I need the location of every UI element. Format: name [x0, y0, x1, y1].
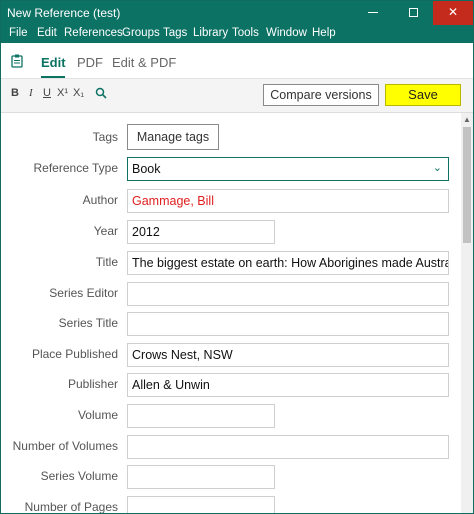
publisher-label: Publisher: [67, 377, 118, 391]
tab-edit[interactable]: Edit: [41, 55, 66, 70]
number-of-volumes-field[interactable]: [127, 435, 449, 459]
search-icon[interactable]: [95, 87, 107, 99]
publisher-field[interactable]: Allen & Unwin: [127, 373, 449, 397]
minimize-icon: [368, 12, 378, 14]
place-published-label: Place Published: [31, 347, 118, 361]
place-published-row: Place Published Crows Nest, NSW: [1, 343, 461, 367]
series-editor-field[interactable]: [127, 282, 449, 306]
maximize-button[interactable]: [393, 1, 433, 25]
year-row: Year 2012: [1, 220, 461, 244]
menu-edit[interactable]: Edit: [37, 27, 57, 39]
underline-button[interactable]: U: [43, 87, 51, 99]
menu-help[interactable]: Help: [312, 27, 336, 39]
reference-type-row: Reference Type Book ⌄: [1, 157, 461, 181]
menu-tools[interactable]: Tools: [232, 27, 259, 39]
reference-type-value: Book: [132, 162, 161, 176]
superscript-button[interactable]: X¹: [57, 87, 68, 99]
title-field[interactable]: The biggest estate on earth: How Aborigi…: [127, 251, 449, 275]
reference-form: Tags Manage tags Reference Type Book ⌄ A…: [1, 113, 461, 514]
maximize-icon: [408, 8, 418, 18]
menu-file[interactable]: File: [9, 27, 28, 39]
form-scrollbar[interactable]: ▲: [461, 113, 473, 513]
minimize-button[interactable]: [353, 1, 393, 25]
year-field[interactable]: 2012: [127, 220, 275, 244]
volume-field[interactable]: [127, 404, 275, 428]
subscript-button[interactable]: X₁: [73, 87, 84, 99]
tab-pdf[interactable]: PDF: [77, 55, 103, 70]
number-of-pages-label: Number of Pages: [24, 500, 118, 514]
title-label: Title: [95, 255, 118, 269]
number-of-pages-field[interactable]: [127, 496, 275, 513]
series-volume-field[interactable]: [127, 465, 275, 489]
menu-window[interactable]: Window: [266, 27, 307, 39]
close-icon: ✕: [447, 5, 459, 19]
chevron-down-icon: ⌄: [432, 162, 442, 174]
bold-button[interactable]: B: [11, 87, 19, 99]
series-editor-label: Series Editor: [49, 286, 118, 300]
series-volume-row: Series Volume: [1, 465, 461, 489]
manage-tags-button[interactable]: Manage tags: [127, 124, 219, 150]
clipboard-icon[interactable]: [11, 54, 23, 68]
year-label: Year: [93, 224, 118, 238]
window-title: New Reference (test): [7, 6, 121, 20]
series-title-row: Series Title: [1, 312, 461, 336]
compare-versions-button[interactable]: Compare versions: [263, 84, 379, 106]
close-button[interactable]: ✕: [433, 1, 473, 25]
formatting-toolbar: B I U X¹ X₁ Compare versions Save: [1, 79, 473, 113]
tags-row: Tags Manage tags: [1, 124, 461, 150]
view-tab-bar: Edit PDF Edit & PDF: [1, 43, 473, 79]
number-of-volumes-row: Number of Volumes: [1, 435, 461, 459]
title-row: Title The biggest estate on earth: How A…: [1, 251, 461, 275]
series-title-label: Series Title: [58, 316, 118, 330]
series-title-field[interactable]: [127, 312, 449, 336]
menu-library[interactable]: Library: [193, 27, 228, 39]
number-of-volumes-label: Number of Volumes: [12, 439, 118, 453]
number-of-pages-row: Number of Pages: [1, 496, 461, 514]
scroll-up-arrow-icon[interactable]: ▲: [461, 115, 473, 125]
tab-edit-and-pdf[interactable]: Edit & PDF: [112, 55, 176, 70]
reference-type-select[interactable]: Book ⌄: [127, 157, 449, 181]
title-bar: New Reference (test) ✕: [1, 1, 473, 25]
reference-window: New Reference (test) ✕ File Edit Referen…: [0, 0, 474, 514]
menu-tags[interactable]: Tags: [163, 27, 187, 39]
author-row: Author Gammage, Bill: [1, 189, 461, 213]
place-published-field[interactable]: Crows Nest, NSW: [127, 343, 449, 367]
tags-label: Tags: [92, 130, 118, 144]
active-tab-indicator: [41, 76, 65, 78]
scroll-thumb[interactable]: [463, 127, 471, 243]
publisher-row: Publisher Allen & Unwin: [1, 373, 461, 397]
series-volume-label: Series Volume: [40, 469, 118, 483]
volume-row: Volume: [1, 404, 461, 428]
save-button[interactable]: Save: [385, 84, 461, 106]
series-editor-row: Series Editor: [1, 282, 461, 306]
italic-button[interactable]: I: [29, 87, 33, 99]
reference-type-label: Reference Type: [33, 161, 119, 175]
author-label: Author: [82, 193, 118, 207]
menu-groups[interactable]: Groups: [122, 27, 160, 39]
author-field[interactable]: Gammage, Bill: [127, 189, 449, 213]
menu-references[interactable]: References: [64, 27, 123, 39]
menu-bar: File Edit References Groups Tags Library…: [1, 25, 473, 43]
volume-label: Volume: [77, 408, 118, 422]
